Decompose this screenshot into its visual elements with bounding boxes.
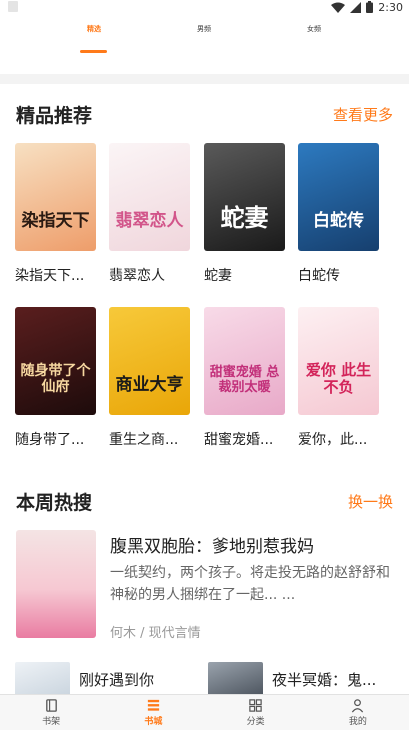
view-more-button[interactable]: 查看更多 [333,104,393,125]
book-card[interactable]: 随身带了个仙府 随身带了... [15,307,96,449]
featured-section-title: 精品推荐 [16,105,93,127]
cover-text: 翡翠恋人 [115,211,184,232]
nav-label: 书城 [144,717,163,727]
book-title: 刚好遇到你 [79,671,155,689]
status-bar: 2:30 [0,0,409,14]
hot-book-title[interactable]: 腹黑双胞胎：爹地别惹我妈 [110,532,314,557]
book-cover: 蛇妻 [204,143,285,251]
book-title: 白蛇传 [298,268,340,284]
book-card[interactable]: 爱你 此生不负 爱你，此... [298,307,379,449]
book-card[interactable]: 商业大亨 重生之商... [109,307,190,449]
book-card[interactable]: 翡翠恋人 翡翠恋人 [109,143,190,285]
list-item[interactable]: 夜半冥婚：鬼... [208,662,398,698]
wifi-icon [331,2,346,13]
active-tab-indicator [80,50,107,53]
hot-book-description: 一纸契约，两个孩子。将走投无路的赵舒舒和神秘的男人捆绑在了一起... ... [110,565,390,603]
notification-icon [8,1,18,12]
cover-text: 随身带了个仙府 [20,363,91,395]
hot-book-cover[interactable] [16,530,96,638]
refresh-button[interactable]: 换一换 [348,491,393,512]
book-title: 夜半冥婚：鬼... [272,671,377,689]
book-cover [15,662,70,698]
nav-bookshelf[interactable]: 书架 [0,695,102,730]
grid-icon [249,699,262,712]
top-tab-bar: 精选 男频 女频 [0,14,409,58]
bottom-nav: 书架 书城 分类 我的 [0,694,409,730]
book-cover: 爱你 此生不负 [298,307,379,415]
list-item[interactable]: 刚好遇到你 [15,662,165,698]
cover-text: 蛇妻 [220,203,269,232]
book-card[interactable]: 染指天下 染指天下... [15,143,96,285]
nav-category[interactable]: 分类 [205,695,307,730]
nav-label: 我的 [348,717,367,727]
book-title: 翡翠恋人 [109,268,165,284]
book-cover: 白蛇传 [298,143,379,251]
cell-signal-icon [350,1,362,13]
section-divider [0,74,409,84]
book-cover [208,662,263,698]
battery-icon [366,1,374,13]
hot-section-title: 本周热搜 [16,492,93,514]
book-title: 甜蜜宠婚... [204,432,274,448]
book-title: 染指天下... [15,268,85,284]
book-cover: 甜蜜宠婚 总裁别太暖 [204,307,285,415]
tab-male[interactable]: 男频 [184,24,224,34]
nav-label: 分类 [246,717,265,727]
bookshelf-icon [45,699,57,712]
tab-featured[interactable]: 精选 [74,24,114,34]
hot-book-author-category: 何木 / 现代言情 [110,626,201,641]
book-cover: 随身带了个仙府 [15,307,96,415]
cover-text: 染指天下 [21,211,90,232]
book-title: 重生之商... [109,432,179,448]
nav-profile[interactable]: 我的 [307,695,409,730]
book-cover: 翡翠恋人 [109,143,190,251]
tab-female[interactable]: 女频 [294,24,334,34]
cover-text: 甜蜜宠婚 总裁别太暖 [209,365,280,395]
bookstore-icon [147,699,159,711]
cover-text: 白蛇传 [313,211,364,232]
book-card[interactable]: 蛇妻 蛇妻 [204,143,285,285]
cover-text: 商业大亨 [115,375,184,396]
book-card[interactable]: 白蛇传 白蛇传 [298,143,379,285]
book-cover: 染指天下 [15,143,96,251]
book-title: 爱你，此... [298,432,368,448]
book-card[interactable]: 甜蜜宠婚 总裁别太暖 甜蜜宠婚... [204,307,285,449]
status-time: 2:30 [378,0,403,14]
person-icon [352,699,364,713]
book-title: 蛇妻 [204,268,232,284]
book-title: 随身带了... [15,432,85,448]
nav-bookstore[interactable]: 书城 [102,695,204,730]
nav-label: 书架 [42,717,61,727]
cover-text: 爱你 此生不负 [305,361,372,396]
book-cover: 商业大亨 [109,307,190,415]
